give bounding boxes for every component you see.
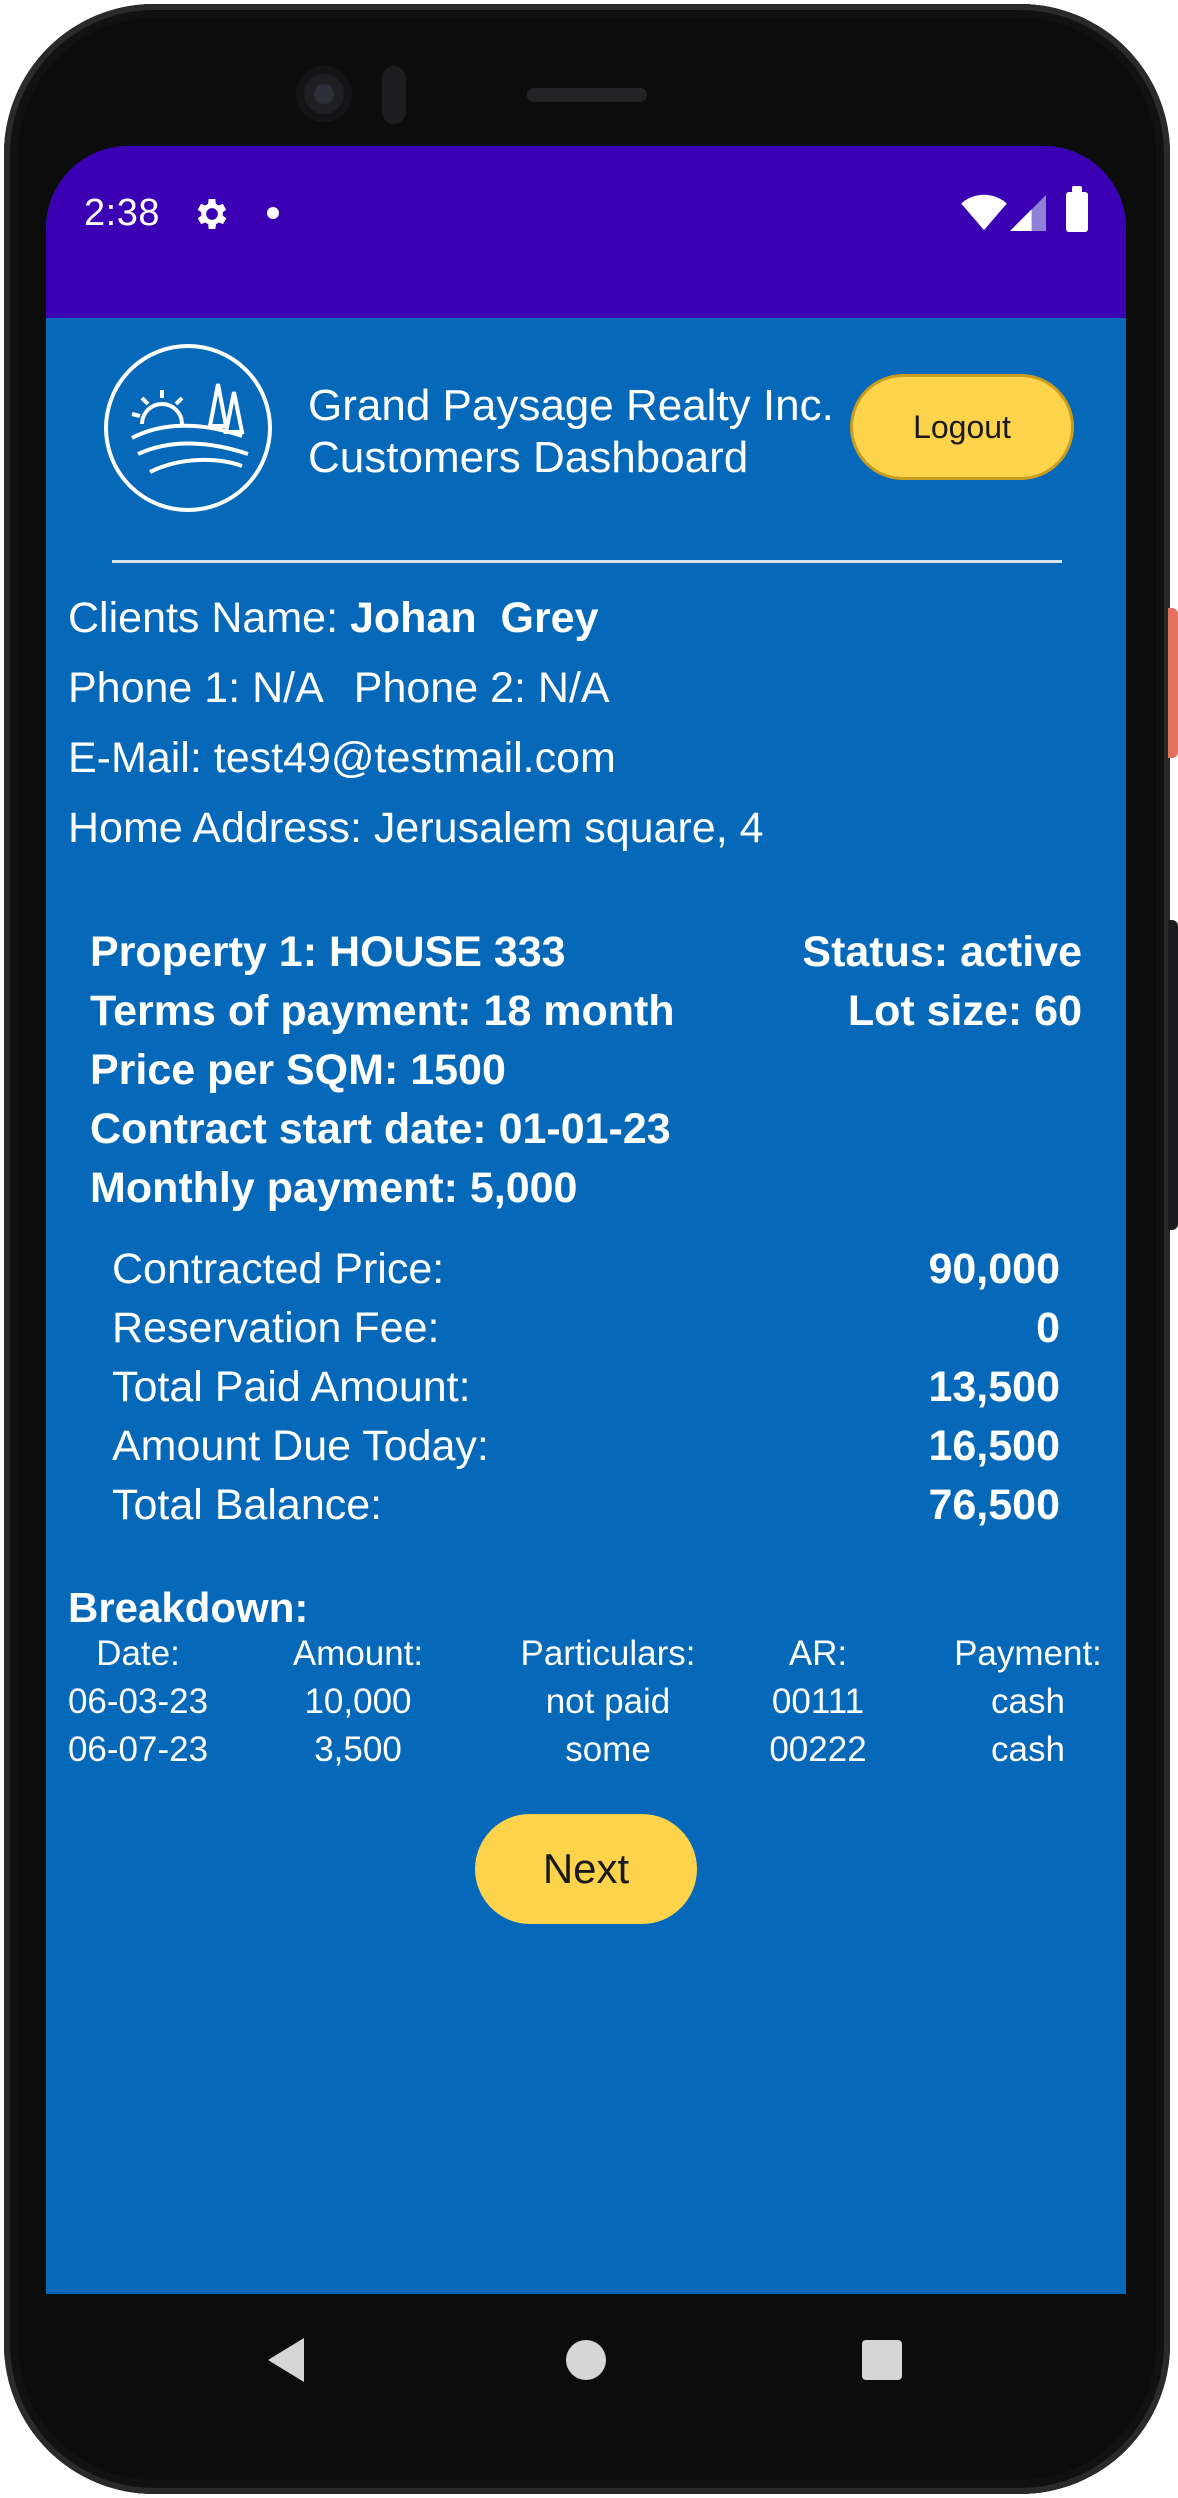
table-cell: 10,000 <box>304 1682 412 1721</box>
battery-icon <box>1066 186 1088 232</box>
client-phone-row: Phone 1: N/A Phone 2: N/A <box>68 664 610 713</box>
cell-signal-icon <box>1010 195 1046 231</box>
proximity-sensor <box>382 66 406 124</box>
table-cell: 00222 <box>769 1730 867 1769</box>
phone2-value: N/A <box>537 664 610 712</box>
table-cell: 00111 <box>771 1682 865 1721</box>
status-time: 2:38 <box>84 192 160 234</box>
company-name: Grand Paysage Realty Inc. <box>308 381 834 430</box>
header-divider <box>112 560 1062 563</box>
company-title: Grand Paysage Realty Inc. Customers Dash… <box>308 380 834 484</box>
next-button[interactable]: Next <box>475 1814 697 1924</box>
dashboard-subtitle: Customers Dashboard <box>308 433 749 482</box>
column-header: Particulars: <box>520 1634 696 1673</box>
table-cell: 3,500 <box>314 1730 402 1769</box>
property-status: Status: active <box>802 928 1082 976</box>
table-header-row: Date: Amount: Particulars: AR: Payment: <box>68 1634 1126 1682</box>
phone1-label: Phone 1: <box>68 664 241 712</box>
contract-start-date: Contract start date: 01-01-23 <box>90 1105 671 1153</box>
notification-dot-icon <box>267 207 279 219</box>
company-logo <box>104 344 272 512</box>
lot-size: Lot size: 60 <box>847 987 1082 1035</box>
logout-button[interactable]: Logout <box>850 374 1074 480</box>
column-header: Payment: <box>954 1634 1102 1673</box>
column-header: AR: <box>788 1634 848 1673</box>
summary-label: Reservation Fee: <box>112 1304 440 1352</box>
phone1-value: N/A <box>252 664 324 712</box>
status-bar: 2:38 <box>46 146 1126 318</box>
navigation-bar <box>46 2294 1126 2424</box>
back-icon[interactable] <box>268 2338 304 2382</box>
table-cell: some <box>565 1730 651 1769</box>
power-button <box>1168 608 1178 758</box>
client-name-label: Clients Name: <box>68 594 339 642</box>
app-screen: 2:38 Grand Paysage Realty Inc. Customers… <box>46 146 1126 2386</box>
phone2-label: Phone 2: <box>353 664 526 712</box>
recent-apps-icon[interactable] <box>862 2340 902 2380</box>
property-title: Property 1: HOUSE 333 <box>90 928 566 976</box>
breakdown-title: Breakdown: <box>68 1584 309 1631</box>
column-header: Date: <box>96 1634 180 1673</box>
earpiece-speaker <box>527 88 647 102</box>
address-value: Jerusalem square, 4 <box>373 804 764 852</box>
client-name-row: Clients Name: Johan Grey <box>68 594 599 643</box>
email-value: test49@testmail.com <box>213 734 616 782</box>
column-header: Amount: <box>292 1634 424 1673</box>
table-cell: 06-07-23 <box>67 1730 209 1769</box>
summary-label: Amount Due Today: <box>112 1422 489 1470</box>
wifi-icon <box>961 194 1007 231</box>
summary-value: 16,500 <box>928 1422 1060 1470</box>
client-email-row: E-Mail: test49@testmail.com <box>68 734 616 783</box>
table-cell: 06-03-23 <box>67 1682 209 1721</box>
summary-value: 0 <box>1036 1304 1060 1352</box>
table-cell: cash <box>991 1730 1065 1769</box>
summary-label: Contracted Price: <box>112 1245 445 1293</box>
summary-label: Total Balance: <box>112 1481 383 1529</box>
summary-value: 13,500 <box>928 1363 1060 1411</box>
home-icon[interactable] <box>566 2340 606 2380</box>
email-label: E-Mail: <box>68 734 202 782</box>
table-cell: cash <box>991 1682 1065 1721</box>
summary-label: Total Paid Amount: <box>112 1363 471 1411</box>
table-row: 06-07-23 3,500 some 00222 cash <box>68 1730 1126 1778</box>
client-address-row: Home Address: Jerusalem square, 4 <box>68 804 764 853</box>
client-name-value: Johan Grey <box>349 594 599 642</box>
monthly-payment: Monthly payment: 5,000 <box>90 1164 578 1212</box>
gear-icon <box>197 199 227 229</box>
address-label: Home Address: <box>68 804 362 852</box>
front-camera <box>296 66 352 122</box>
volume-button <box>1168 920 1178 1230</box>
terms-of-payment: Terms of payment: 18 month <box>90 987 675 1035</box>
summary-value: 90,000 <box>928 1245 1060 1293</box>
price-per-sqm: Price per SQM: 1500 <box>90 1046 506 1094</box>
table-cell: not paid <box>545 1682 671 1721</box>
table-row: 06-03-23 10,000 not paid 00111 cash <box>68 1682 1126 1730</box>
summary-value: 76,500 <box>928 1481 1060 1529</box>
